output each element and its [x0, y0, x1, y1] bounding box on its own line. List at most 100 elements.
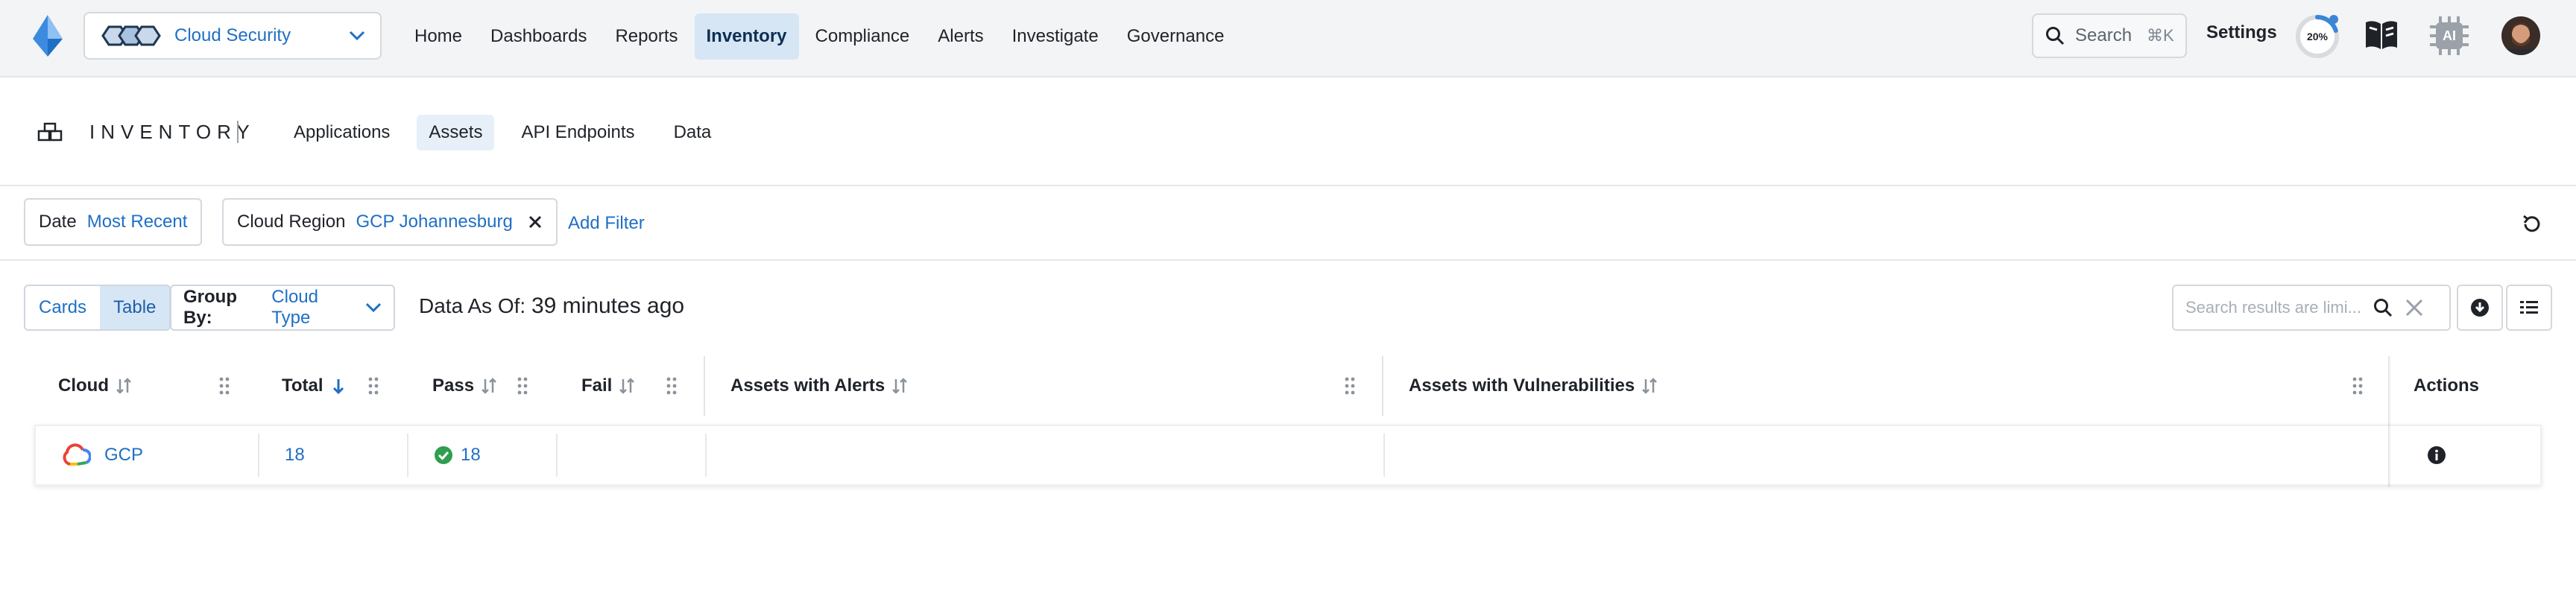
nav-dashboards[interactable]: Dashboards	[479, 13, 599, 60]
add-filter-button[interactable]: Add Filter	[568, 213, 645, 234]
sort-icon[interactable]	[115, 377, 133, 395]
col-header-pass[interactable]: Pass	[432, 356, 498, 416]
tab-assets[interactable]: Assets	[417, 115, 495, 150]
cell-divider	[1383, 434, 1385, 477]
column-drag-handle-icon[interactable]	[666, 377, 677, 395]
column-drag-handle-icon[interactable]	[2352, 377, 2363, 395]
tab-applications[interactable]: Applications	[282, 115, 402, 150]
col-header-alerts-label: Assets with Alerts	[730, 375, 886, 396]
sort-icon[interactable]	[891, 377, 909, 395]
region-filter-key: Cloud Region	[237, 212, 346, 232]
settings-link[interactable]: Settings	[2206, 22, 2277, 43]
clear-search-icon[interactable]	[2405, 298, 2424, 317]
sort-icon[interactable]	[480, 377, 498, 395]
pass-cell[interactable]: 18	[434, 426, 481, 484]
column-drag-handle-icon[interactable]	[517, 377, 528, 395]
tab-data[interactable]: Data	[662, 115, 724, 150]
nav-reports[interactable]: Reports	[603, 13, 689, 60]
cell-divider	[556, 434, 558, 477]
column-drag-handle-icon[interactable]	[219, 377, 230, 395]
app-logo-icon[interactable]	[27, 13, 69, 58]
chevron-down-icon	[365, 302, 382, 313]
group-by-value: Cloud Type	[271, 287, 318, 328]
row-actions	[2427, 426, 2446, 484]
download-icon	[2470, 298, 2490, 317]
actions-column-shadow	[2388, 356, 2391, 487]
book-icon[interactable]	[2364, 18, 2399, 51]
nav-home[interactable]: Home	[402, 13, 474, 60]
date-filter-key: Date	[39, 212, 77, 232]
inventory-icon	[37, 122, 63, 143]
group-by-label: Group By:	[183, 287, 237, 328]
table-view-button[interactable]: Table	[100, 286, 170, 329]
region-filter-chip[interactable]: Cloud Region GCP Johannesburg	[222, 198, 558, 246]
reset-icon[interactable]	[2521, 213, 2543, 235]
onboarding-progress[interactable]: 20%	[2294, 13, 2340, 60]
col-header-alerts[interactable]: Assets with Alerts	[730, 356, 909, 416]
col-header-pass-label: Pass	[432, 375, 475, 396]
total-cell[interactable]: 18	[285, 426, 305, 484]
col-header-cloud[interactable]: Cloud	[58, 356, 133, 416]
col-header-fail[interactable]: Fail	[581, 356, 636, 416]
col-header-fail-label: Fail	[581, 375, 613, 396]
gcp-cloud-icon	[61, 443, 91, 467]
cloud-name[interactable]: GCP	[104, 445, 143, 466]
nav-investigate[interactable]: Investigate	[1000, 13, 1111, 60]
sort-icon[interactable]	[1641, 377, 1658, 395]
columns-list-icon	[2519, 299, 2539, 316]
cell-divider	[407, 434, 408, 477]
product-hexagons-icon	[101, 25, 164, 47]
inventory-tabs: Applications Assets API Endpoints Data	[282, 115, 738, 150]
tab-api-endpoints[interactable]: API Endpoints	[509, 115, 646, 150]
col-header-vulns[interactable]: Assets with Vulnerabilities	[1409, 356, 1658, 416]
inventory-subnav: INVENTORY Applications Assets API Endpoi…	[0, 79, 2576, 186]
column-drag-handle-icon[interactable]	[1345, 377, 1355, 395]
nav-alerts[interactable]: Alerts	[926, 13, 995, 60]
pass-count[interactable]: 18	[461, 445, 481, 466]
cloud-cell[interactable]: GCP	[61, 426, 143, 484]
ai-label: AI	[2443, 28, 2456, 43]
column-settings-button[interactable]	[2506, 285, 2552, 331]
chevron-down-icon	[349, 31, 365, 41]
column-divider	[704, 356, 705, 416]
close-icon[interactable]	[528, 215, 543, 229]
data-as-of-label: Data As Of:	[419, 294, 526, 317]
col-header-total[interactable]: Total	[282, 356, 347, 416]
col-header-total-label: Total	[282, 375, 323, 396]
group-by-select[interactable]: Group By: Cloud Type	[170, 285, 395, 331]
search-icon[interactable]	[2373, 298, 2393, 317]
nav-inventory[interactable]: Inventory	[694, 13, 799, 60]
date-filter-chip[interactable]: Date Most Recent	[24, 198, 203, 246]
top-bar: Cloud Security Home Dashboards Reports I…	[0, 0, 2576, 77]
search-shortcut: ⌘K	[2147, 26, 2174, 45]
progress-text: 20%	[2306, 31, 2329, 42]
cards-view-button[interactable]: Cards	[25, 286, 100, 329]
product-selector[interactable]: Cloud Security	[83, 12, 382, 60]
check-circle-icon	[434, 445, 453, 465]
product-selector-label: Cloud Security	[174, 25, 291, 45]
region-filter-value: GCP Johannesburg	[356, 212, 513, 232]
col-header-cloud-label: Cloud	[58, 375, 109, 396]
column-drag-handle-icon[interactable]	[368, 377, 379, 395]
search-icon	[2045, 26, 2065, 45]
user-avatar[interactable]	[2501, 16, 2540, 55]
col-header-actions: Actions	[2414, 375, 2480, 396]
view-toggle: Cards Table	[24, 285, 171, 331]
filter-bar: Date Most Recent Cloud Region GCP Johann…	[0, 186, 2576, 261]
col-header-vulns-label: Assets with Vulnerabilities	[1409, 375, 1635, 396]
global-search-label: Search	[2075, 25, 2133, 45]
ai-assistant-icon[interactable]: AI	[2428, 15, 2470, 57]
results-search-input[interactable]	[2185, 298, 2373, 317]
table-header: Cloud Total Pass Fail Assets with Alerts…	[34, 356, 2543, 416]
table-row[interactable]: GCP 18 18	[34, 425, 2542, 486]
sort-descending-icon[interactable]	[329, 377, 347, 395]
results-search	[2172, 285, 2451, 331]
download-button[interactable]	[2457, 285, 2503, 331]
info-icon[interactable]	[2427, 445, 2446, 465]
nav-compliance[interactable]: Compliance	[804, 13, 922, 60]
cell-divider	[705, 434, 707, 477]
date-filter-value: Most Recent	[86, 212, 188, 232]
sort-icon[interactable]	[618, 377, 636, 395]
global-search-button[interactable]: Search ⌘K	[2032, 13, 2187, 58]
nav-governance[interactable]: Governance	[1115, 13, 1237, 60]
